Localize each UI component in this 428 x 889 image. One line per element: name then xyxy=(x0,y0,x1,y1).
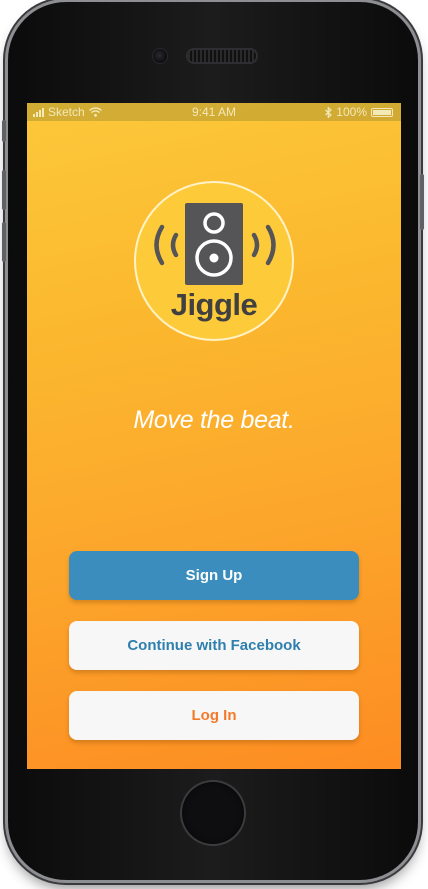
sign-up-button[interactable]: Sign Up xyxy=(69,551,359,600)
battery-percent: 100% xyxy=(336,105,367,119)
tagline: Move the beat. xyxy=(133,406,295,434)
battery-icon xyxy=(371,107,393,117)
power-button xyxy=(420,174,424,230)
sound-waves-right-icon xyxy=(251,224,276,266)
volume-up-button xyxy=(2,170,6,210)
status-bar: Sketch 9:41 AM 100% xyxy=(27,103,401,121)
sound-waves-left-icon xyxy=(154,224,179,266)
mute-switch xyxy=(2,120,6,142)
continue-with-facebook-button[interactable]: Continue with Facebook xyxy=(69,621,359,670)
volume-down-button xyxy=(2,222,6,262)
front-camera xyxy=(153,49,167,63)
speaker-icon xyxy=(185,203,243,285)
logo-wordmark: Jiggle xyxy=(170,287,258,322)
app-screen: Sketch 9:41 AM 100% Jiggle Move the beat… xyxy=(27,103,401,769)
earpiece-speaker xyxy=(188,50,256,62)
log-in-button[interactable]: Log In xyxy=(69,691,359,740)
home-button[interactable] xyxy=(182,782,244,844)
status-right: 100% xyxy=(325,103,393,121)
bluetooth-icon xyxy=(325,106,333,118)
app-logo: Jiggle xyxy=(134,181,294,341)
